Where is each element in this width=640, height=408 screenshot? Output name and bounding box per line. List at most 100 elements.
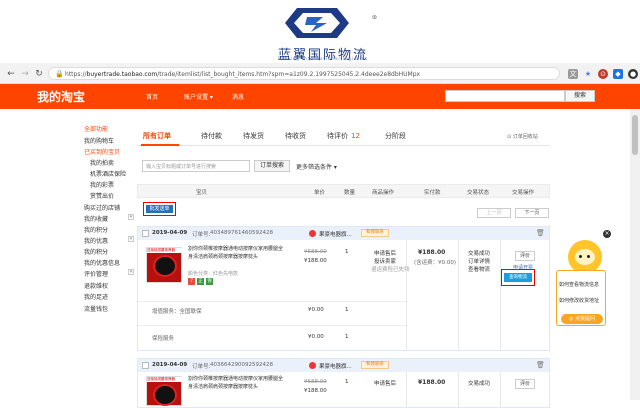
tab-4[interactable]: 待评价 12 bbox=[327, 131, 360, 141]
contact-seller-button[interactable]: 和我联系 bbox=[361, 361, 389, 369]
tab-5[interactable]: 分阶段 bbox=[385, 131, 406, 141]
tab-label: 所有订单 bbox=[143, 132, 171, 140]
tab-1[interactable]: 待付款 bbox=[201, 131, 222, 141]
complain-link[interactable]: 投诉卖家 bbox=[374, 257, 396, 265]
sidebar-item[interactable]: 我的收藏 bbox=[84, 214, 108, 223]
sidebar-item[interactable]: 我的优惠 bbox=[84, 236, 108, 245]
nav-messages[interactable]: 消息 bbox=[232, 92, 244, 101]
evaluate-button[interactable]: 评价 bbox=[515, 379, 535, 389]
sidebar-item[interactable]: 我的购物车 bbox=[84, 136, 114, 145]
logo-banner: ⊛ 蓝翼国际物流 Blueing International logistics bbox=[0, 0, 640, 63]
bulk-ship-highlight: 批发送单 bbox=[143, 202, 176, 216]
page-scrollbar[interactable] bbox=[630, 109, 640, 400]
brand-title[interactable]: 我的淘宝 bbox=[37, 88, 85, 105]
delete-order-icon[interactable]: 🗑 bbox=[536, 361, 545, 369]
contact-seller-button[interactable]: 和我联系 bbox=[361, 229, 389, 237]
quantity: 1 bbox=[345, 379, 349, 385]
order-select-checkbox[interactable] bbox=[142, 230, 149, 237]
order-date: 2019-04-09 bbox=[152, 230, 188, 236]
prev-page-button[interactable]: 上一页 bbox=[477, 208, 511, 218]
order-total: ¥188.00 bbox=[418, 249, 446, 256]
product-title[interactable]: 割你你颈椎按摩器通电动按摩仪家用腰腿全身清洁肩颈肩颈按摩器按摩枕头 bbox=[188, 376, 284, 391]
order-number: 403489761460592428 bbox=[210, 230, 273, 236]
unit-price: ¥188.00 bbox=[304, 258, 327, 264]
badge-guarantee-icon: 正 bbox=[197, 278, 204, 285]
order-search-button[interactable]: 订单搜索 bbox=[254, 160, 290, 172]
sidebar-item[interactable]: 我的彩票 bbox=[90, 180, 114, 189]
forward-icon[interactable]: → bbox=[20, 69, 30, 79]
nav-home[interactable]: 首页 bbox=[146, 92, 158, 101]
trade-status: 交易成功 bbox=[468, 251, 491, 257]
bulk-ship-button[interactable]: 批发送单 bbox=[146, 205, 173, 213]
after-sale-link[interactable]: 申请售后 bbox=[374, 249, 396, 257]
help-link-address[interactable]: 如何修改收货地址 bbox=[559, 297, 599, 304]
evaluate-button[interactable]: 评价 bbox=[515, 251, 535, 261]
product-thumbnail[interactable]: 送毯毯颈腰按摩器 bbox=[146, 247, 183, 283]
extension-icon[interactable]: ⊙ bbox=[598, 68, 608, 79]
sidebar-item[interactable]: 机票酒店保险 bbox=[90, 169, 126, 178]
extra-service-qty: 1 bbox=[345, 307, 349, 313]
helper-close-icon[interactable]: × bbox=[603, 230, 611, 238]
product-thumbnail[interactable]: 送毯毯颈腰按摩器 bbox=[146, 376, 183, 406]
site-header: 我的淘宝 首页 账户设置 ▾ 消息 搜索 bbox=[0, 84, 640, 109]
sidebar-item[interactable]: 赏赞出价 bbox=[90, 191, 114, 200]
help-link-logistics[interactable]: 如何查看物流信息 bbox=[559, 281, 599, 288]
expand-chevron-icon[interactable]: ▾ bbox=[128, 236, 134, 242]
tab-label: 待付款 bbox=[201, 132, 222, 140]
order-table-header: 宝贝 单价 数量 商品操作 实付款 交易状态 交易操作 bbox=[137, 184, 550, 198]
product-title[interactable]: 割你你颈椎按摩器通电动按摩仪家用腰腿全身清洁肩颈肩颈按摩器按摩枕头 bbox=[188, 246, 284, 261]
order-tabs: ⊙ 订单回收站 所有订单 待付款 待发货 待收货 待评价 12 分阶段 bbox=[137, 124, 550, 146]
original-price: ¥588.00 bbox=[304, 249, 327, 255]
delete-order-icon[interactable]: 🗑 bbox=[536, 229, 545, 237]
shop-name[interactable]: 果豪电器旗... bbox=[319, 362, 352, 370]
order-detail-link[interactable]: 订单详情 bbox=[468, 257, 490, 265]
scrollbar-thumb[interactable] bbox=[632, 115, 638, 155]
expand-chevron-icon[interactable]: ▾ bbox=[128, 269, 134, 275]
address-bar[interactable]: 🔒 https://buyertrade.taobao.com/trade/it… bbox=[48, 67, 560, 80]
next-page-button[interactable]: 下一页 bbox=[515, 208, 549, 218]
nav-account-settings[interactable]: 账户设置 ▾ bbox=[184, 92, 213, 101]
profile-avatar[interactable]: ● bbox=[628, 68, 638, 79]
sidebar-item[interactable]: 我的足迹 bbox=[84, 292, 108, 301]
sidebar-item[interactable]: 评价管理 bbox=[84, 269, 108, 278]
bookmark-star-icon[interactable]: ★ bbox=[583, 69, 593, 79]
more-filters-toggle[interactable]: 更多筛选条件 ▾ bbox=[296, 162, 337, 171]
view-logistics-link[interactable]: 查看物流 bbox=[468, 265, 490, 273]
shop-name[interactable]: 果豪电器旗... bbox=[319, 230, 352, 238]
header-search-input[interactable] bbox=[445, 90, 565, 102]
assistant-mascot[interactable] bbox=[568, 240, 602, 274]
order-search-input[interactable]: 输入宝贝标题或订单号进行搜索 bbox=[142, 160, 250, 172]
after-sale-link[interactable]: 申请售后 bbox=[374, 379, 396, 387]
translate-icon[interactable]: 文 bbox=[568, 68, 578, 79]
quantity: 1 bbox=[345, 249, 349, 255]
logistics-query-button[interactable]: 查询物流 bbox=[504, 273, 532, 282]
logo-badge-icon: ⊛ bbox=[372, 14, 378, 21]
shop-icon bbox=[309, 230, 316, 237]
back-icon[interactable]: ← bbox=[6, 69, 16, 79]
tab-0[interactable]: 所有订单 bbox=[143, 131, 171, 141]
sidebar-item[interactable]: 我的积分 bbox=[84, 225, 108, 234]
order-number-label: 订单号: bbox=[192, 232, 211, 238]
recycle-bin-link[interactable]: ⊙ 订单回收站 bbox=[507, 133, 538, 140]
extension-blue-icon[interactable]: ◆ bbox=[613, 68, 623, 79]
order-card: 2019-04-09 订单号: 403664290092592428 果豪电器旗… bbox=[137, 358, 550, 408]
reload-icon[interactable]: ↻ bbox=[34, 69, 44, 79]
tab-3[interactable]: 待收货 bbox=[285, 131, 306, 141]
sidebar-item[interactable]: 我的拍卖 bbox=[90, 158, 114, 167]
tab-label: 待评价 bbox=[327, 132, 348, 140]
sidebar-item[interactable]: 流量钱包 bbox=[84, 304, 108, 313]
header-search-button[interactable]: 搜索 bbox=[565, 90, 595, 102]
order-select-checkbox[interactable] bbox=[142, 362, 149, 369]
sidebar-item[interactable]: 已买到的宝贝 bbox=[84, 147, 120, 156]
sidebar-item[interactable]: 购买过的店铺 bbox=[84, 203, 120, 212]
order-total: ¥188.00 bbox=[418, 379, 446, 386]
sidebar-item[interactable]: 我的优惠信息 bbox=[84, 258, 120, 267]
ask-question-button[interactable]: ◎ 点我提问 bbox=[561, 314, 603, 324]
extra-service-price: ¥0.00 bbox=[308, 307, 324, 313]
expand-chevron-icon[interactable]: ▾ bbox=[128, 214, 134, 220]
sidebar-item[interactable]: 全部功能 bbox=[84, 124, 108, 133]
sidebar-item[interactable]: 我的积分 bbox=[84, 247, 108, 256]
insurance-service-price: ¥0.00 bbox=[308, 334, 324, 340]
sidebar-item[interactable]: 退款维权 bbox=[84, 281, 108, 290]
tab-2[interactable]: 待发货 bbox=[243, 131, 264, 141]
